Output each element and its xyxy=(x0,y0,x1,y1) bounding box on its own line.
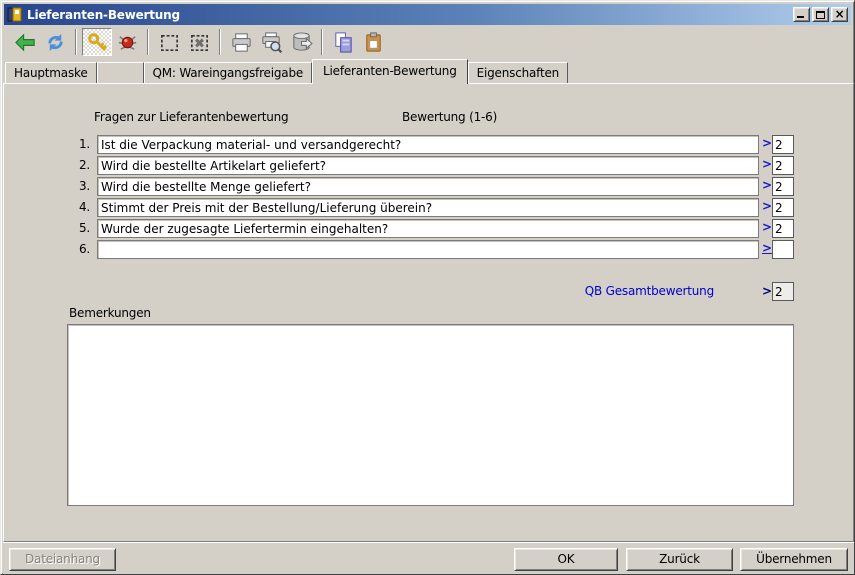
toolbar-separator xyxy=(219,29,221,55)
key-icon xyxy=(86,31,109,54)
tab-strip: Hauptmaske QM: Wareingangsfreigabe Liefe… xyxy=(5,59,568,84)
question-number: 4. xyxy=(64,200,90,214)
questions-header: Fragen zur Lieferantenbewertung xyxy=(94,110,288,124)
refresh-button[interactable] xyxy=(40,28,70,56)
remarks-label: Bemerkungen xyxy=(69,306,151,320)
clear-selection-icon xyxy=(188,31,211,54)
rating-field-5[interactable] xyxy=(772,219,794,238)
question-field-1[interactable] xyxy=(97,135,759,154)
tab-eigenschaften[interactable]: Eigenschaften xyxy=(468,62,568,83)
print-icon xyxy=(230,31,253,54)
toolbar xyxy=(4,25,851,59)
rating-field-6[interactable] xyxy=(772,240,794,259)
toolbar-separator xyxy=(321,29,323,55)
rating-header: Bewertung (1-6) xyxy=(402,110,497,124)
question-number: 2. xyxy=(64,158,90,172)
rating-field-2[interactable] xyxy=(772,156,794,175)
clear-selection-button[interactable] xyxy=(184,28,214,56)
rating-field-1[interactable] xyxy=(772,135,794,154)
spider-button[interactable] xyxy=(112,28,142,56)
minimize-button[interactable] xyxy=(793,7,810,22)
rating-link-1[interactable]: > xyxy=(762,136,772,150)
window-title: Lieferanten-Bewertung xyxy=(27,8,791,22)
toolbar-separator xyxy=(147,29,149,55)
tab-empty[interactable] xyxy=(97,62,144,83)
tab-panel: Fragen zur Lieferantenbewertung Bewertun… xyxy=(3,83,854,542)
spider-icon xyxy=(116,31,139,54)
total-rating-link[interactable]: > xyxy=(762,284,772,298)
maximize-button[interactable] xyxy=(812,7,829,22)
print-preview-button[interactable] xyxy=(256,28,286,56)
rating-link-5[interactable]: > xyxy=(762,220,772,234)
question-number: 3. xyxy=(64,179,90,193)
tab-hauptmaske[interactable]: Hauptmaske xyxy=(5,62,97,83)
minimize-icon xyxy=(797,16,804,18)
total-rating-label: QB Gesamtbewertung xyxy=(364,284,714,298)
question-field-4[interactable] xyxy=(97,198,759,217)
rating-link-3[interactable]: > xyxy=(762,178,772,192)
close-icon: × xyxy=(832,7,847,22)
rating-link-6[interactable]: > xyxy=(762,241,772,255)
title-bar[interactable]: Lieferanten-Bewertung × xyxy=(4,4,851,25)
attachment-button: Dateianhang xyxy=(9,548,116,571)
question-number: 5. xyxy=(64,221,90,235)
rating-field-4[interactable] xyxy=(772,198,794,217)
close-button[interactable]: × xyxy=(831,7,848,22)
key-button[interactable] xyxy=(82,28,112,56)
refresh-icon xyxy=(44,31,67,54)
rating-link-2[interactable]: > xyxy=(762,157,772,171)
tab-qm-wareingangsfreigabe[interactable]: QM: Wareingangsfreigabe xyxy=(144,62,313,83)
copy-icon xyxy=(332,31,355,54)
maximize-icon xyxy=(816,11,825,19)
question-number: 6. xyxy=(64,242,90,256)
rating-link-4[interactable]: > xyxy=(762,199,772,213)
selection-icon xyxy=(158,31,181,54)
toolbar-separator xyxy=(75,29,77,55)
export-database-button[interactable] xyxy=(286,28,316,56)
rating-field-3[interactable] xyxy=(772,177,794,196)
app-icon xyxy=(7,7,23,23)
paste-icon xyxy=(362,31,385,54)
back-button-footer[interactable]: Zurück xyxy=(626,548,733,571)
application-window: Lieferanten-Bewertung × xyxy=(0,0,855,575)
question-number: 1. xyxy=(64,137,90,151)
footer-bar: Dateianhang OK Zurück Übernehmen xyxy=(3,542,854,574)
tab-lieferanten-bewertung[interactable]: Lieferanten-Bewertung xyxy=(312,59,468,84)
back-icon xyxy=(14,31,37,54)
question-field-2[interactable] xyxy=(97,156,759,175)
export-database-icon xyxy=(290,31,313,54)
paste-button[interactable] xyxy=(358,28,388,56)
print-button[interactable] xyxy=(226,28,256,56)
question-field-6[interactable] xyxy=(97,240,759,259)
question-field-5[interactable] xyxy=(97,219,759,238)
apply-button[interactable]: Übernehmen xyxy=(740,548,848,571)
remarks-textarea[interactable] xyxy=(67,324,794,506)
ok-button[interactable]: OK xyxy=(514,548,618,571)
copy-button[interactable] xyxy=(328,28,358,56)
total-rating-field[interactable] xyxy=(772,282,794,301)
print-preview-icon xyxy=(260,31,283,54)
back-button[interactable] xyxy=(10,28,40,56)
selection-button[interactable] xyxy=(154,28,184,56)
question-field-3[interactable] xyxy=(97,177,759,196)
